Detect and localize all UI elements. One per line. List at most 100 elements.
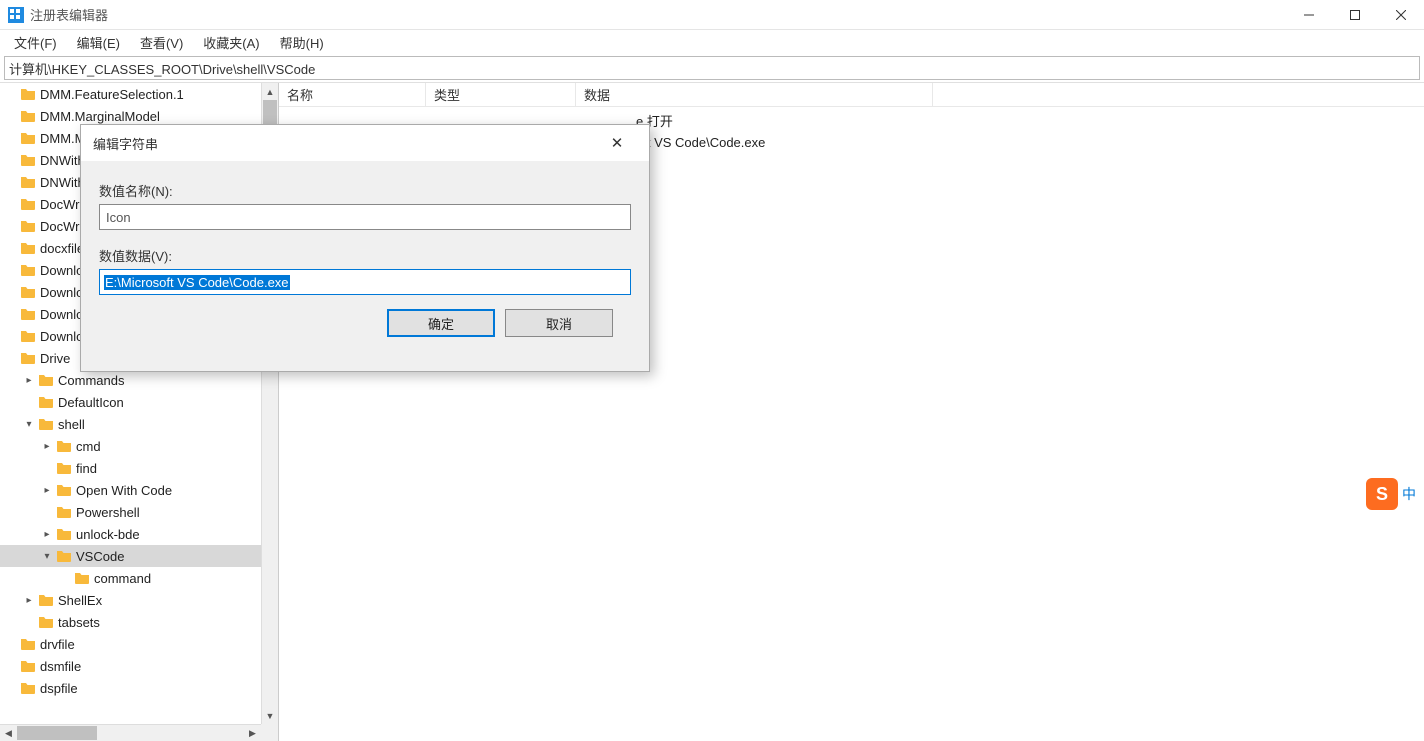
tree-item[interactable]: ▸ Commands xyxy=(0,369,278,391)
folder-icon xyxy=(20,219,36,233)
folder-icon xyxy=(20,87,36,101)
list-header: 名称 类型 数据 xyxy=(279,83,1424,107)
folder-icon xyxy=(38,417,54,431)
tree-item[interactable]: ▸ ShellEx xyxy=(0,589,278,611)
tree-item-label: Downlo xyxy=(40,285,83,300)
tree-item-label: DMM.M xyxy=(40,131,86,146)
tree-item-label: docxfile xyxy=(40,241,84,256)
tree-item-label: Downlo xyxy=(40,263,83,278)
tree-item-label: unlock-bde xyxy=(76,527,140,542)
tree-item[interactable]: ▸ unlock-bde xyxy=(0,523,278,545)
tree-item-label: Drive xyxy=(40,351,70,366)
folder-icon xyxy=(56,461,72,475)
tree-item-label: shell xyxy=(58,417,85,432)
tree-item-label: cmd xyxy=(76,439,101,454)
tree-item-label: Downlo xyxy=(40,329,83,344)
tree-item-label: DefaultIcon xyxy=(58,395,124,410)
menu-edit[interactable]: 编辑(E) xyxy=(67,31,130,54)
folder-icon xyxy=(20,241,36,255)
close-button[interactable] xyxy=(1378,0,1424,30)
tree-item-label: VSCode xyxy=(76,549,124,564)
menu-file[interactable]: 文件(F) xyxy=(4,31,67,54)
maximize-button[interactable] xyxy=(1332,0,1378,30)
tree-item-label: DNWith xyxy=(40,175,85,190)
tree-item[interactable]: drvfile xyxy=(0,633,278,655)
folder-icon xyxy=(56,505,72,519)
tree-item-label: Downlo xyxy=(40,307,83,322)
menubar: 文件(F) 编辑(E) 查看(V) 收藏夹(A) 帮助(H) xyxy=(0,30,1424,54)
folder-icon xyxy=(20,131,36,145)
tree-item-label: dspfile xyxy=(40,681,78,696)
folder-icon xyxy=(38,593,54,607)
dialog-title: 编辑字符串 xyxy=(93,134,597,153)
address-bar[interactable]: 计算机\HKEY_CLASSES_ROOT\Drive\shell\VSCode xyxy=(4,56,1420,80)
name-label: 数值名称(N): xyxy=(99,181,631,200)
col-data[interactable]: 数据 xyxy=(576,83,933,106)
tree-item-label: drvfile xyxy=(40,637,75,652)
chevron-icon[interactable]: ▸ xyxy=(22,375,36,386)
folder-icon xyxy=(38,395,54,409)
dialog-close-button[interactable]: ✕ xyxy=(597,134,637,152)
chevron-icon[interactable]: ▸ xyxy=(40,529,54,540)
folder-icon xyxy=(20,307,36,321)
tree-item-label: DMM.FeatureSelection.1 xyxy=(40,87,184,102)
tree-item[interactable]: ▸ cmd xyxy=(0,435,278,457)
ime-indicator[interactable]: S 中 xyxy=(1366,478,1416,510)
col-name[interactable]: 名称 xyxy=(279,83,426,106)
tree-item-label: DNWith xyxy=(40,153,85,168)
tree-item[interactable]: ▾ shell xyxy=(0,413,278,435)
tree-item[interactable]: dsmfile xyxy=(0,655,278,677)
data-input-selection: E:\Microsoft VS Code\Code.exe xyxy=(104,275,290,290)
tree-item-label: find xyxy=(76,461,97,476)
ime-mode-label: 中 xyxy=(1402,484,1416,504)
folder-icon xyxy=(56,439,72,453)
tree-item[interactable]: Powershell xyxy=(0,501,278,523)
minimize-button[interactable] xyxy=(1286,0,1332,30)
tree-item-label: ShellEx xyxy=(58,593,102,608)
tree-item[interactable]: dspfile xyxy=(0,677,278,699)
folder-icon xyxy=(20,175,36,189)
edit-string-dialog: 编辑字符串 ✕ 数值名称(N): 数值数据(V): E:\Microsoft V… xyxy=(80,124,650,372)
folder-icon xyxy=(20,351,36,365)
tree-item[interactable]: ▾ VSCode xyxy=(0,545,278,567)
folder-icon xyxy=(20,681,36,695)
tree-item-label: tabsets xyxy=(58,615,100,630)
folder-icon xyxy=(20,329,36,343)
menu-view[interactable]: 查看(V) xyxy=(130,31,193,54)
folder-icon xyxy=(20,197,36,211)
ok-button[interactable]: 确定 xyxy=(387,309,495,337)
scroll-up-icon[interactable]: ▲ xyxy=(262,83,278,100)
col-type[interactable]: 类型 xyxy=(426,83,576,106)
data-input[interactable]: E:\Microsoft VS Code\Code.exe xyxy=(99,269,631,295)
chevron-icon[interactable]: ▾ xyxy=(40,551,54,562)
tree-item[interactable]: tabsets xyxy=(0,611,278,633)
tree-scroll-horizontal[interactable]: ◀ ▶ xyxy=(0,724,261,741)
dialog-titlebar: 编辑字符串 ✕ xyxy=(81,125,649,161)
folder-icon xyxy=(20,263,36,277)
scroll-thumb-horizontal[interactable] xyxy=(17,726,97,740)
folder-icon xyxy=(56,527,72,541)
tree-item[interactable]: find xyxy=(0,457,278,479)
cancel-button[interactable]: 取消 xyxy=(505,309,613,337)
tree-item-label: Open With Code xyxy=(76,483,172,498)
app-icon xyxy=(8,7,24,23)
tree-item[interactable]: DMM.FeatureSelection.1 xyxy=(0,83,278,105)
menu-favorites[interactable]: 收藏夹(A) xyxy=(193,31,269,54)
chevron-icon[interactable]: ▾ xyxy=(22,419,36,430)
folder-icon xyxy=(20,659,36,673)
tree-item-label: Commands xyxy=(58,373,124,388)
scroll-down-icon[interactable]: ▼ xyxy=(262,707,278,724)
chevron-icon[interactable]: ▸ xyxy=(40,441,54,452)
menu-help[interactable]: 帮助(H) xyxy=(270,31,334,54)
tree-item[interactable]: ▸ Open With Code xyxy=(0,479,278,501)
tree-item-label: dsmfile xyxy=(40,659,81,674)
titlebar: 注册表编辑器 xyxy=(0,0,1424,30)
tree-item[interactable]: DefaultIcon xyxy=(0,391,278,413)
tree-item[interactable]: command xyxy=(0,567,278,589)
tree-item-label: Powershell xyxy=(76,505,140,520)
name-input[interactable] xyxy=(99,204,631,230)
chevron-icon[interactable]: ▸ xyxy=(40,485,54,496)
folder-icon xyxy=(20,153,36,167)
sogou-icon: S xyxy=(1366,478,1398,510)
chevron-icon[interactable]: ▸ xyxy=(22,595,36,606)
